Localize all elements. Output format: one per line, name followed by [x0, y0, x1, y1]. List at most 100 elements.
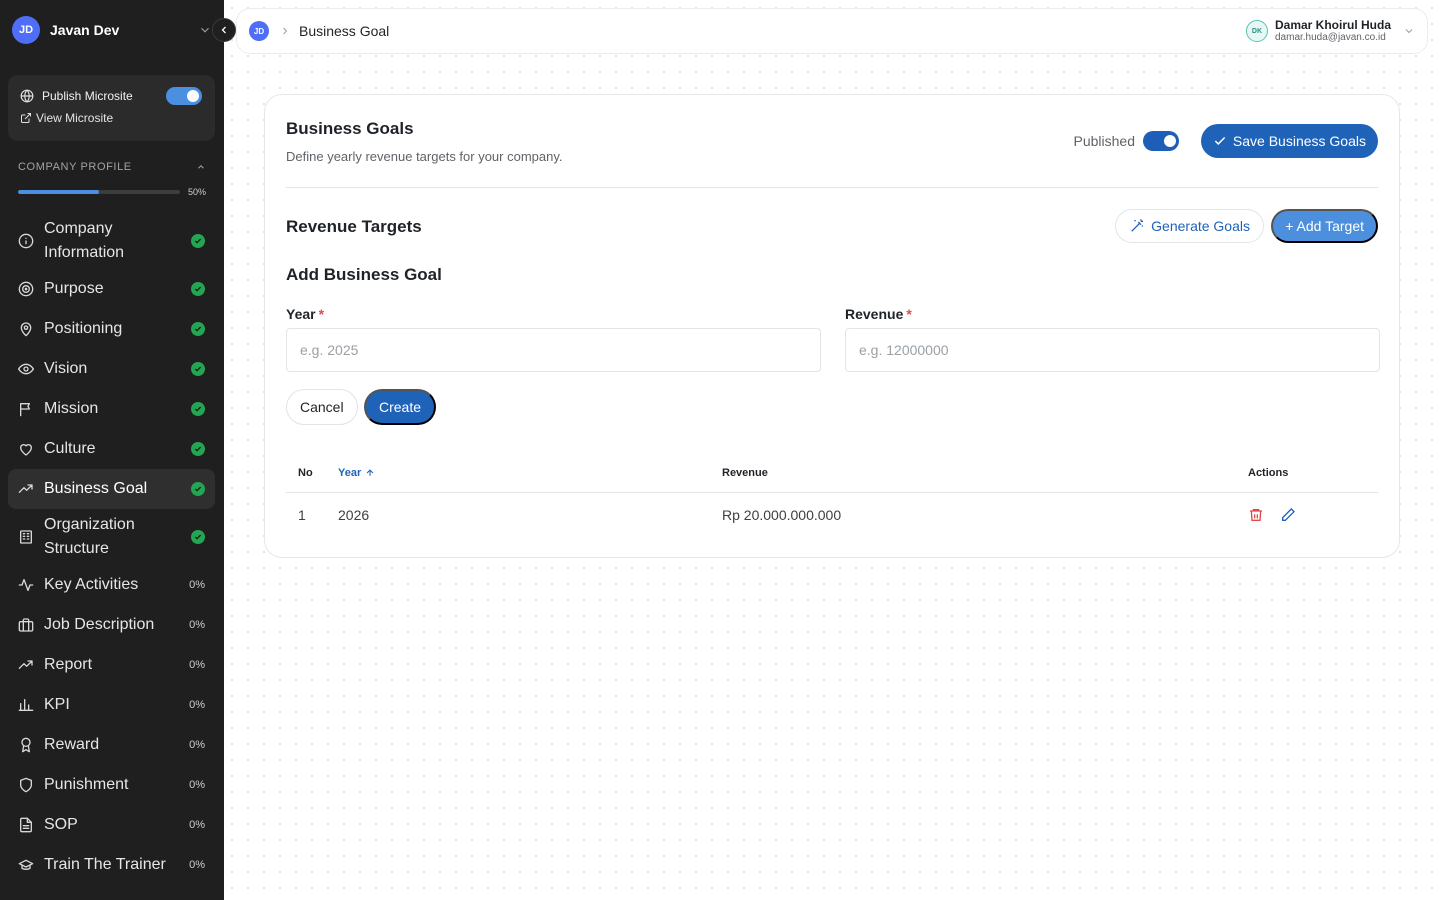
user-name: Damar Khoirul Huda [1274, 18, 1391, 32]
heart-icon [20, 444, 32, 456]
company-profile-header[interactable]: COMPANY PROFILE [18, 161, 206, 173]
trash-icon[interactable] [1248, 507, 1264, 523]
check-circle-icon [191, 362, 205, 376]
create-label: Create [379, 399, 422, 415]
trending-up-icon [18, 660, 33, 669]
check-icon [1214, 136, 1226, 145]
published-control: Published [1074, 131, 1179, 151]
chevron-right-icon [283, 27, 288, 35]
sidebar-item-vision[interactable]: Vision [8, 349, 215, 389]
check-circle-icon [191, 442, 205, 456]
chevron-up-icon [198, 165, 204, 169]
sidebar-item-punishment[interactable]: Punishment 0% [8, 765, 215, 805]
save-business-goals-button[interactable]: Save Business Goals [1200, 124, 1378, 158]
activity-icon [18, 579, 34, 591]
progress-percent-badge: 0% [189, 619, 205, 631]
progress-percent-badge: 0% [189, 859, 205, 871]
business-goals-card: Business Goals Define yearly revenue tar… [264, 94, 1400, 558]
sidebar-item-purpose[interactable]: Purpose [8, 269, 215, 309]
progress-percent-badge: 0% [189, 699, 205, 711]
sidebar-item-business-goal[interactable]: Business Goal [8, 469, 215, 509]
award-icon [21, 737, 31, 753]
view-microsite-label: View Microsite [36, 111, 114, 125]
sidebar-item-label: SOP [44, 816, 78, 833]
info-icon [18, 233, 34, 249]
check-circle-icon [191, 482, 205, 496]
check-circle-icon [191, 322, 205, 336]
sidebar-item-report[interactable]: Report 0% [8, 645, 215, 685]
progress-percent: 50% [187, 187, 206, 197]
flag-icon [20, 403, 30, 417]
view-microsite-link[interactable]: View Microsite [20, 111, 203, 125]
sidebar-nav: Company Information Purpose Positioning Vis… [0, 213, 224, 885]
sidebar-item-train-the-trainer[interactable]: Train The Trainer 0% [8, 845, 215, 885]
publish-microsite-toggle[interactable] [166, 87, 202, 105]
progress-percent-badge: 0% [189, 579, 205, 591]
sidebar-item-label: Key Activities [44, 576, 139, 593]
sidebar-item-positioning[interactable]: Positioning [8, 309, 215, 349]
column-header-year[interactable]: Year [338, 467, 722, 479]
sidebar-item-label: KPI [44, 696, 70, 713]
sidebar-item-culture[interactable]: Culture [8, 429, 215, 469]
generate-goals-button[interactable]: Generate Goals [1115, 209, 1264, 243]
year-input[interactable] [286, 328, 821, 372]
shield-icon [20, 777, 32, 793]
user-email: damar.huda@javan.co.id [1274, 32, 1386, 43]
sidebar-item-label: Mission [44, 400, 99, 417]
arrow-up-icon [366, 468, 374, 476]
cancel-label: Cancel [300, 399, 344, 415]
check-circle-icon [191, 282, 205, 296]
sidebar-item-job-description[interactable]: Job Description 0% [8, 605, 215, 645]
sidebar-item-key-activities[interactable]: Key Activities 0% [8, 565, 215, 605]
sidebar-item-mission[interactable]: Mission [8, 389, 215, 429]
check-circle-icon [191, 402, 205, 416]
add-target-button[interactable]: + Add Target [1271, 209, 1378, 243]
edit-pencil-icon[interactable] [1280, 507, 1296, 523]
revenue-label-text: Revenue [845, 306, 904, 322]
workspace-name: Javan Dev [50, 22, 120, 38]
workspace-switcher[interactable]: JD Javan Dev [0, 0, 224, 60]
revenue-label: Revenue * [845, 306, 912, 322]
cell-no: 1 [298, 507, 306, 523]
sidebar-item-reward[interactable]: Reward 0% [8, 725, 215, 765]
year-label-text: Year [286, 306, 316, 322]
create-button[interactable]: Create [364, 389, 437, 425]
breadcrumb-current: Business Goal [299, 23, 390, 39]
table-header: No Year Revenue Actions [286, 453, 1378, 493]
sidebar-item-kpi[interactable]: KPI 0% [8, 685, 215, 725]
revenue-input[interactable] [845, 328, 1380, 372]
progress-percent-badge: 0% [189, 739, 205, 751]
collapse-sidebar-button[interactable] [212, 18, 236, 42]
user-menu[interactable]: DK Damar Khoirul Huda damar.huda@javan.c… [1245, 18, 1415, 44]
sidebar-item-company-information[interactable]: Company Information [8, 213, 215, 269]
sidebar-item-sop[interactable]: SOP 0% [8, 805, 215, 845]
sidebar-item-label: Culture [44, 440, 96, 457]
cancel-button[interactable]: Cancel [286, 389, 358, 425]
sidebar-item-label: Positioning [44, 320, 123, 337]
generate-goals-label: Generate Goals [1151, 218, 1250, 234]
publish-card: Publish Microsite View Microsite [8, 75, 215, 141]
sidebar-item-organization-structure[interactable]: Organization Structure [8, 509, 215, 565]
briefcase-icon [18, 618, 34, 632]
published-toggle[interactable] [1143, 131, 1179, 151]
sidebar-item-label: Organization Structure [44, 516, 135, 557]
progress-percent-badge: 0% [189, 659, 205, 671]
sidebar-item-label: Punishment [44, 776, 129, 793]
page-description: Define yearly revenue targets for your c… [286, 149, 563, 164]
revenue-targets-title: Revenue Targets [286, 217, 422, 236]
breadcrumb-home-avatar[interactable]: JD [249, 21, 269, 41]
progress-percent-badge: 0% [189, 779, 205, 791]
page-title: Business Goals [286, 119, 414, 138]
globe-icon [20, 89, 34, 103]
table-row: 1 2026 Rp 20.000.000.000 [286, 493, 1378, 537]
business-goals-table: No Year Revenue Actions 1 2026 Rp 20.000.0… [286, 453, 1378, 537]
sidebar-item-label: Train The Trainer [44, 856, 166, 873]
cell-revenue: Rp 20.000.000.000 [722, 507, 842, 523]
sidebar-item-label: Reward [44, 736, 100, 753]
column-header-revenue: Revenue [722, 466, 768, 479]
column-header-actions: Actions [1248, 466, 1289, 479]
column-header-no: No [298, 466, 313, 479]
top-bar: JD Business Goal DK Damar Khoirul Huda d… [236, 8, 1428, 54]
workspace-avatar: JD [12, 16, 40, 44]
magic-wand-icon [1131, 219, 1144, 232]
